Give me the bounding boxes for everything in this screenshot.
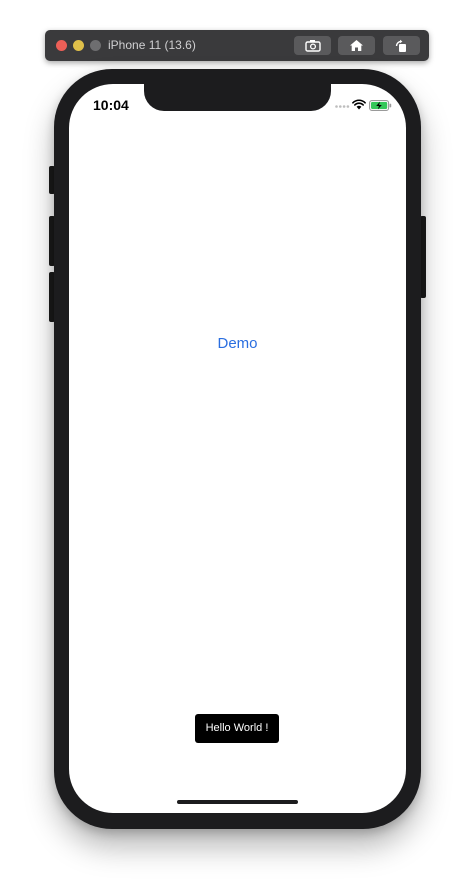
battery-charging-icon [369,100,392,111]
hello-world-toast[interactable]: Hello World ! [195,714,279,743]
signal-icon [335,105,350,108]
screenshot-icon [304,40,321,52]
simulator-title-bar: iPhone 11 (13.6) [45,30,429,61]
iphone-device-frame: 10:04 Demo Hello World ! [54,69,421,829]
home-icon [350,40,363,51]
demo-link[interactable]: Demo [69,335,406,352]
rotate-icon [395,39,406,52]
status-time: 10:04 [93,97,129,113]
wifi-icon [352,99,366,110]
notch [144,84,331,111]
device-screen: 10:04 Demo Hello World ! [69,84,406,813]
screenshot-button[interactable] [294,36,331,55]
close-window-button[interactable] [56,40,67,51]
home-button[interactable] [338,36,375,55]
rotate-button[interactable] [383,36,420,55]
home-indicator[interactable] [177,800,298,804]
window-title: iPhone 11 (13.6) [108,38,196,52]
minimize-window-button[interactable] [73,40,84,51]
zoom-window-button[interactable] [90,40,101,51]
